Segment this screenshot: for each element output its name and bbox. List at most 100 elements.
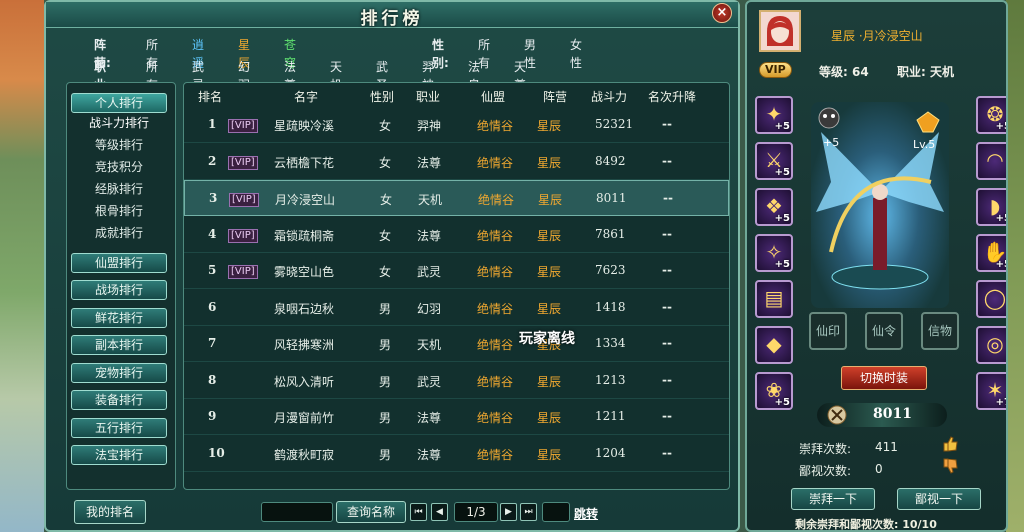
guild-cell: 绝情谷 (477, 374, 514, 389)
power-cell: 1334 (595, 336, 626, 350)
sub-item-achievement[interactable]: 成就排行 (67, 223, 171, 243)
job-cell: 天机 (418, 193, 443, 207)
enhance-level: +5 (774, 397, 790, 408)
treasure-rank-button[interactable]: 法宝排行 (71, 445, 167, 465)
camp-cell: 星辰 (537, 155, 562, 170)
gender-cell: 女 (379, 119, 392, 133)
power-cell: 7623 (595, 263, 626, 277)
avatar-portrait-icon (761, 12, 799, 50)
camp-cell: 星辰 (537, 119, 562, 133)
equip-slot-belt[interactable]: ✧ +5 (755, 234, 793, 272)
flower-rank-button[interactable]: 鲜花排行 (71, 308, 167, 328)
equip-slot-bracelet[interactable]: ◯ (976, 280, 1007, 318)
gender-option-female[interactable]: 女性 (570, 36, 582, 72)
equip-slot-pants[interactable]: ▤ (755, 280, 793, 318)
table-row[interactable]: 4 [VIP] 霜锁疏桐斋 女 法尊 绝情谷 星辰 7861 -- (184, 217, 729, 253)
dungeon-rank-button[interactable]: 副本排行 (71, 335, 167, 355)
jump-page-input[interactable] (542, 502, 570, 522)
rank-change-cell: -- (662, 153, 672, 168)
equipment-rank-button[interactable]: 装备排行 (71, 390, 167, 410)
camp-cell: 星辰 (537, 447, 562, 462)
slot-xinwu[interactable]: 信物 (921, 312, 959, 350)
close-button[interactable]: × (712, 3, 732, 23)
rank-cell: 4 (208, 226, 217, 241)
slot-xianling[interactable]: 仙令 (865, 312, 903, 350)
worship-button[interactable]: 崇拜一下 (791, 488, 875, 510)
table-row[interactable]: 9 月漫窗前竹 男 法尊 绝情谷 星辰 1211 -- (184, 399, 729, 435)
slot-xianyin[interactable]: 仙印 (809, 312, 847, 350)
battlefield-rank-button[interactable]: 战场排行 (71, 280, 167, 300)
last-page-button[interactable]: ⏭ (520, 503, 537, 521)
equip-slot-shoulder[interactable]: ◗+5 (976, 188, 1006, 226)
switch-fashion-button[interactable]: 切换时装 (841, 366, 927, 390)
gender-cell: 男 (379, 338, 392, 352)
equip-slot-boots[interactable]: ◆ (755, 326, 793, 364)
player-name-cell: 星疏映冷溪 (274, 119, 335, 133)
pet-enhance: +5 (823, 136, 840, 149)
enhance-level: +7 (995, 397, 1006, 408)
despise-count: 0 (875, 462, 883, 476)
table-row[interactable]: 3 [VIP] 月冷浸空山 女 天机 绝情谷 星辰 8011 -- (184, 180, 729, 216)
player-level: 等级: 64 (819, 65, 869, 79)
prev-page-button[interactable]: ◀ (431, 503, 448, 521)
sub-item-meridian[interactable]: 经脉排行 (67, 179, 171, 199)
sub-item-bone[interactable]: 根骨排行 (67, 201, 171, 221)
query-name-button[interactable]: 查询名称 (336, 501, 406, 523)
rank-change-cell: -- (662, 372, 672, 387)
equip-slot-necklace[interactable]: ❂+5 (976, 96, 1006, 134)
window-title: 排行榜 (360, 9, 424, 29)
character-panel: 星辰 ·月冷浸空山 VIP 等级: 64 职业: 天机 ✦ +5 ⚔ +5 ❖ +5 … (745, 0, 1008, 532)
first-page-button[interactable]: ⏮ (410, 503, 427, 521)
job-cell: 幻羽 (417, 301, 442, 316)
table-row[interactable]: 7 风轻拂寒洲男天机 绝情谷 星辰 1334 -- (184, 326, 729, 362)
next-page-button[interactable]: ▶ (500, 503, 517, 521)
enhance-level: +5 (995, 213, 1006, 224)
gender-cell: 男 (379, 447, 392, 462)
medal-gem-icon[interactable] (915, 110, 941, 134)
guild-cell: 绝情谷 (477, 155, 514, 170)
despise-button[interactable]: 鄙视一下 (897, 488, 981, 510)
sub-item-arena-score[interactable]: 竞技积分 (67, 157, 171, 177)
rank-change-cell: -- (662, 263, 672, 277)
equip-slot-helmet[interactable]: ◠ (976, 142, 1006, 180)
equip-slot-gloves[interactable]: ✋+5 (976, 234, 1006, 272)
sub-item-combat-power[interactable]: 战斗力排行 (67, 113, 171, 133)
power-cell: 8011 (596, 191, 627, 205)
guild-rank-button[interactable]: 仙盟排行 (71, 253, 167, 273)
bracelet-icon: ◯ (983, 286, 1007, 310)
personal-rank-button[interactable]: 个人排行 (71, 93, 167, 113)
pet-rank-button[interactable]: 宠物排行 (71, 363, 167, 383)
vip-tag: [VIP] (228, 119, 258, 133)
gender-cell: 男 (379, 374, 392, 389)
worship-label: 崇拜次数: (799, 442, 852, 456)
equip-slot-weapon[interactable]: ✦ +5 (755, 96, 793, 134)
game-world-background-right (1006, 0, 1024, 532)
rank-change-cell: -- (662, 336, 672, 350)
pet-icon[interactable] (817, 106, 841, 130)
camp-cell: 星辰 (537, 265, 562, 279)
table-row[interactable]: 8 松风入清听 男 武灵 绝情谷 星辰 1213 -- (184, 363, 729, 399)
table-row[interactable]: 5 [VIP] 雾晓空山色 女 武灵 绝情谷 星辰 7623 -- (184, 253, 729, 289)
equip-slot-chest[interactable]: ❖ +5 (755, 188, 793, 226)
offline-notice: 玩家离线 (519, 331, 575, 347)
five-elements-rank-button[interactable]: 五行排行 (71, 418, 167, 438)
rank-cell: 9 (208, 409, 217, 423)
equip-slot-fashion[interactable]: ❀ +5 (755, 372, 793, 410)
gender-cell: 男 (379, 301, 392, 316)
table-row[interactable]: 10 鹤渡秋町寂 男 法尊 绝情谷 星辰 1204 -- (184, 436, 729, 472)
equip-slot-mount[interactable]: ✶+7 (976, 372, 1006, 410)
table-row[interactable]: 6 泉咽石边秋 男 幻羽 绝情谷 星辰 1418 -- (184, 290, 729, 326)
title-bar[interactable]: 排行榜 × (46, 2, 738, 29)
jump-link[interactable]: 跳转 (574, 505, 598, 522)
equip-slot-arm[interactable]: ⚔ +5 (755, 142, 793, 180)
rank-change-cell: -- (663, 191, 673, 205)
table-header: 排名 名字 性别 职业 仙盟 阵营 战斗力 名次升降 (184, 83, 729, 109)
search-name-input[interactable] (261, 502, 333, 522)
gender-cell: 男 (379, 411, 392, 425)
my-rank-button[interactable]: 我的排名 (74, 500, 146, 524)
table-row[interactable]: 1 [VIP] 星疏映冷溪 女 羿神 绝情谷 星辰 52321 -- (184, 107, 729, 143)
header-job: 职业 (416, 90, 441, 104)
sub-item-level[interactable]: 等级排行 (67, 135, 171, 155)
table-row[interactable]: 2 [VIP] 云栖檐下花 女 法尊 绝情谷 星辰 8492 -- (184, 144, 729, 180)
equip-slot-ring[interactable]: ◎ (976, 326, 1006, 364)
